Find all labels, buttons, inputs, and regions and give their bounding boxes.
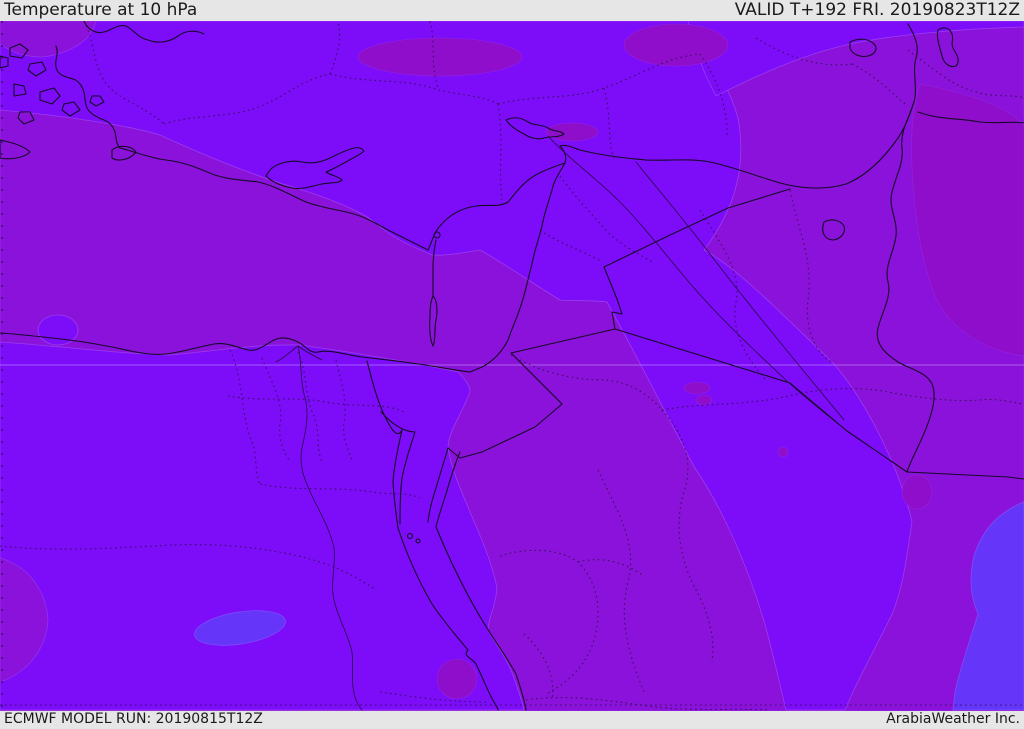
valid-time-label: VALID T+192 FRI. 20190823T12Z <box>734 0 1020 20</box>
temperature-map-canvas <box>0 21 1024 711</box>
fill-dark-blob-saudi-1 <box>683 381 711 395</box>
map-footer-bar: ECMWF MODEL RUN: 20190815T12Z ArabiaWeat… <box>0 711 1024 729</box>
fill-dark-blob-lake-assad <box>545 122 599 142</box>
fill-dark-blob-saudi-2 <box>695 394 713 406</box>
temperature-fill-layer <box>0 21 1024 711</box>
model-run-label: ECMWF MODEL RUN: 20190815T12Z <box>4 711 263 727</box>
fill-dark-blob-saudi-3 <box>777 446 789 458</box>
fill-bright-violet-egypt <box>0 341 525 711</box>
fill-dark-blob-gulf <box>901 474 933 510</box>
map-title: Temperature at 10 hPa <box>4 0 198 20</box>
fill-dark-ellipse-ne-turkey <box>623 23 729 67</box>
brand-label: ArabiaWeather Inc. <box>886 711 1020 727</box>
fill-dark-blob-red-sea-coast <box>436 658 478 700</box>
map-header-bar: Temperature at 10 hPa VALID T+192 FRI. 2… <box>0 0 1024 21</box>
fill-dark-ellipse-anatolia <box>357 37 523 77</box>
weather-map-screenshot: Temperature at 10 hPa VALID T+192 FRI. 2… <box>0 0 1024 729</box>
